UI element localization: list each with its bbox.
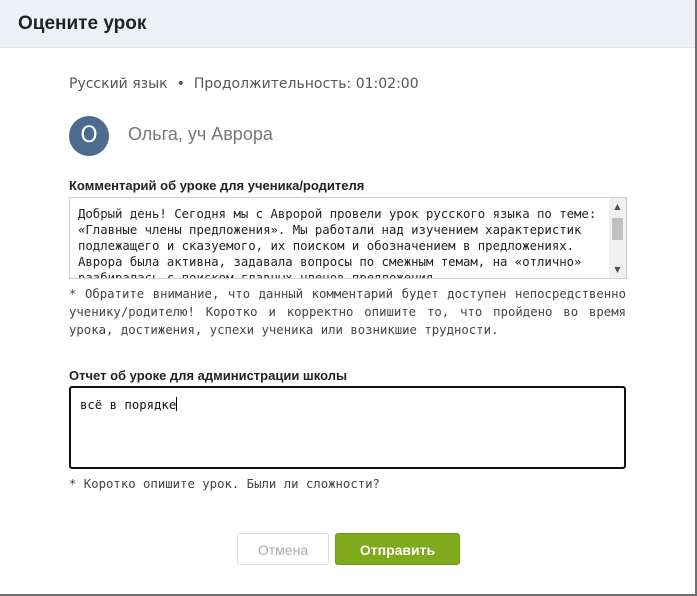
student-name: Ольга, уч Аврора bbox=[128, 124, 273, 144]
scroll-thumb[interactable] bbox=[612, 218, 623, 240]
report-textarea[interactable]: всё в порядке bbox=[69, 386, 626, 469]
dialog-title: Оцените урок bbox=[18, 13, 147, 34]
report-text-row: всё в порядке bbox=[80, 397, 178, 412]
report-label: Отчет об уроке для администрации школы bbox=[69, 368, 348, 383]
submit-button[interactable]: Отправить bbox=[335, 533, 460, 565]
text-caret bbox=[176, 397, 178, 411]
duration-label: Продолжительность: bbox=[193, 76, 352, 92]
rate-lesson-dialog: Оцените урок Русский язык • Продолжительно… bbox=[0, 0, 697, 596]
comment-label: Комментарий об уроке для ученика/родител… bbox=[69, 178, 365, 193]
report-text: всё в порядке bbox=[80, 398, 177, 412]
cancel-button[interactable]: Отмена bbox=[237, 533, 329, 565]
lesson-subject: Русский язык bbox=[69, 76, 168, 92]
comment-text: Добрый день! Сегодня мы с Авророй провел… bbox=[78, 207, 604, 279]
duration-value: 01:02:00 bbox=[355, 76, 419, 92]
avatar: О bbox=[69, 116, 109, 156]
comment-scrollbar[interactable]: ▲ ▼ bbox=[609, 198, 626, 278]
lesson-info: Русский язык • Продолжительность: 01:02:00 bbox=[69, 76, 419, 92]
scroll-down-arrow-icon[interactable]: ▼ bbox=[609, 261, 626, 278]
comment-note: * Обратите внимание, что данный коммента… bbox=[69, 287, 626, 337]
dialog-header: Оцените урок bbox=[0, 0, 695, 48]
comment-textarea[interactable]: Добрый день! Сегодня мы с Авророй провел… bbox=[69, 197, 627, 279]
meta-separator: • bbox=[176, 76, 185, 92]
student-name-row: Ольга, уч Аврора bbox=[128, 124, 273, 145]
report-note: * Коротко опишите урок. Были ли сложност… bbox=[69, 477, 380, 491]
scroll-up-arrow-icon[interactable]: ▲ bbox=[609, 198, 626, 215]
